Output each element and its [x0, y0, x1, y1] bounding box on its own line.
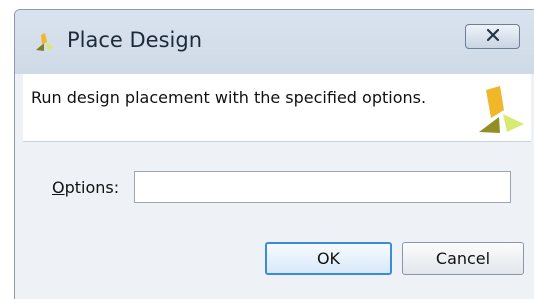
close-button[interactable] — [465, 24, 520, 49]
ok-button[interactable]: OK — [265, 242, 392, 275]
place-design-dialog: Place Design Run design placement with t… — [14, 9, 534, 299]
close-icon — [485, 27, 501, 46]
screen-background: Place Design Run design placement with t… — [0, 0, 534, 299]
options-input[interactable] — [134, 171, 511, 203]
dialog-description: Run design placement with the specified … — [31, 88, 427, 107]
dialog-title: Place Design — [67, 28, 203, 52]
dialog-header-panel: Run design placement with the specified … — [23, 74, 531, 142]
cancel-button[interactable]: Cancel — [402, 242, 524, 275]
options-label-text: ptions: — [64, 178, 120, 197]
options-mnemonic: O — [52, 178, 65, 197]
vivado-logo-icon — [476, 85, 526, 135]
dialog-titlebar[interactable]: Place Design — [15, 10, 534, 74]
options-label: Options: — [52, 178, 119, 197]
ok-button-label: OK — [316, 249, 341, 268]
cancel-button-label: Cancel — [435, 249, 491, 268]
vivado-logo-icon — [33, 31, 55, 53]
